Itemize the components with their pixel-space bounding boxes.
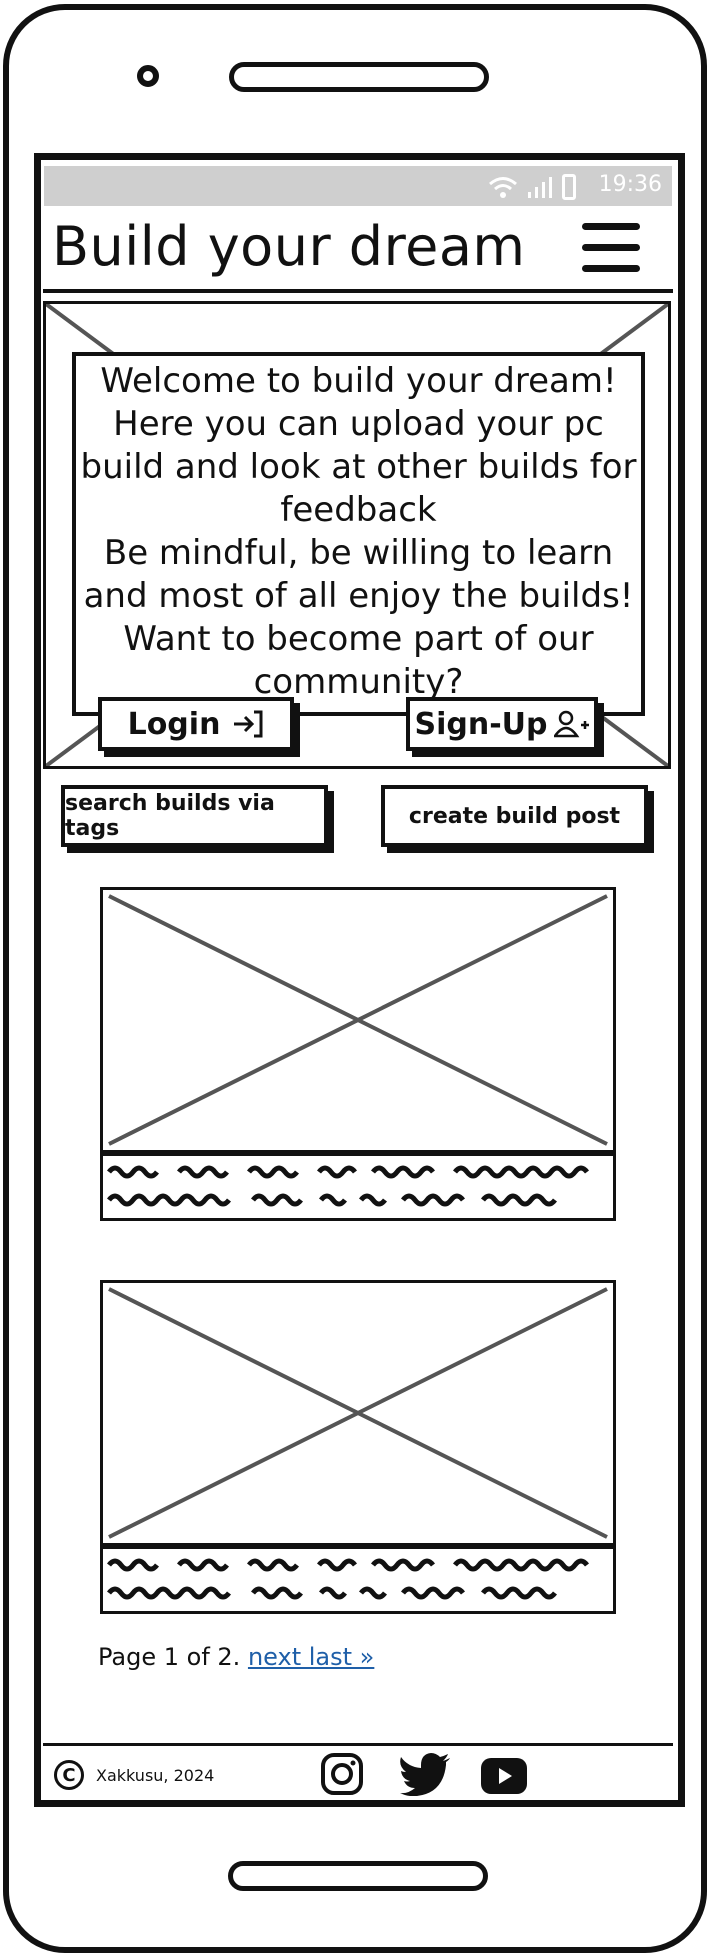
- copyright-icon: C: [54, 1760, 84, 1790]
- search-tags-button[interactable]: search builds via tags: [61, 785, 328, 847]
- copyright-text: Xakkusu, 2024: [96, 1765, 215, 1785]
- add-user-icon: [553, 710, 589, 738]
- pagination: Page 1 of 2. next last »: [98, 1643, 374, 1671]
- signup-button[interactable]: Sign-Up: [406, 697, 598, 751]
- page-title: Build your dream: [52, 215, 526, 278]
- welcome-text: Welcome to build your dream! Here you ca…: [80, 361, 637, 702]
- build-caption-placeholder: [100, 1546, 616, 1614]
- wifi-icon: [489, 177, 517, 198]
- speaker-bottom: [228, 1861, 488, 1891]
- next-last-link[interactable]: next last »: [248, 1643, 374, 1671]
- login-icon: [234, 710, 263, 738]
- youtube-icon[interactable]: [480, 1756, 528, 1796]
- create-post-button[interactable]: create build post: [381, 785, 648, 847]
- status-time: 19:36: [598, 172, 662, 197]
- build-caption-placeholder: [100, 1153, 616, 1221]
- camera: [137, 65, 159, 87]
- search-tags-label: search builds via tags: [65, 791, 275, 841]
- footer-divider: [43, 1743, 673, 1746]
- signup-label: Sign-Up: [414, 706, 548, 742]
- twitter-icon[interactable]: [400, 1752, 452, 1796]
- menu-icon[interactable]: [582, 223, 640, 273]
- login-label: Login: [127, 706, 221, 742]
- login-button[interactable]: Login: [98, 697, 294, 751]
- speaker-top: [229, 62, 489, 92]
- build-card[interactable]: [100, 887, 616, 1227]
- header-divider: [43, 289, 673, 293]
- welcome-box: Welcome to build your dream! Here you ca…: [72, 352, 645, 716]
- battery-icon: [562, 174, 576, 200]
- status-icons: [488, 174, 576, 200]
- image-placeholder-cross: [108, 1287, 608, 1539]
- signal-icon: [528, 177, 552, 198]
- scribble-text: [107, 1558, 589, 1600]
- scribble-text: [107, 1165, 589, 1207]
- instagram-icon[interactable]: [320, 1752, 364, 1796]
- build-image-placeholder: [100, 1280, 616, 1546]
- build-card[interactable]: [100, 1280, 616, 1620]
- create-post-label: create build post: [408, 803, 621, 829]
- image-placeholder-cross: [108, 894, 608, 1146]
- status-bar: 19:36: [44, 166, 672, 206]
- copyright: C Xakkusu, 2024: [54, 1760, 214, 1790]
- page-indicator: Page 1 of 2.: [98, 1643, 241, 1671]
- build-image-placeholder: [100, 887, 616, 1153]
